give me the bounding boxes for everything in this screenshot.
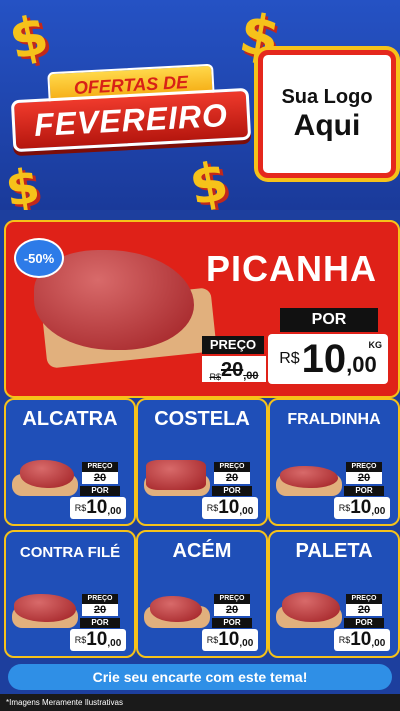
product-name: ACÉM [172,540,232,562]
old-price: 20 [82,604,118,616]
discount-badge: -50% [14,238,64,278]
preco-label: PREÇO [214,462,250,472]
product-name: CONTRA FILÉ [19,544,121,561]
product-name: ALCATRA [22,408,118,430]
por-label: POR [280,308,378,332]
old-price-value: 20 [225,604,239,616]
price-int: 10 [350,497,372,518]
old-price-int: 20 [220,359,244,381]
contra-file-image [14,594,76,622]
new-price: R$ 10,00 [70,497,126,519]
price-dec: ,00 [371,637,386,649]
header-banner: $ $ $ $ OFERTAS DE FEVEREIRO Sua Logo Aq… [0,0,400,210]
price-int: 10 [218,497,240,518]
price-currency: R$ [279,350,300,367]
dollar-icon: $ [184,149,233,210]
price-currency: R$ [338,635,351,645]
new-price: R$ 10,00 [334,497,390,519]
paleta-image [282,592,340,622]
por-label: POR [212,618,252,628]
fraldinha-image [280,466,338,488]
price-int: 10 [218,629,240,650]
alcatra-image [20,460,74,488]
logo-placeholder[interactable]: Sua Logo Aqui [258,50,396,178]
old-price: 20 [346,472,382,484]
price-dec: ,00 [107,637,122,649]
acem-image [150,596,202,622]
old-price: 20 [346,604,382,616]
price-unit: KG [368,340,383,350]
price-currency: R$ [206,635,219,645]
price-currency: R$ [74,503,87,513]
create-flyer-button[interactable]: Crie seu encarte com este tema! [8,664,392,690]
hero-new-price: R$ 10 ,00 KG [268,334,388,384]
new-price: R$ 10,00 [334,629,390,651]
new-price: R$ 10,00 [202,629,258,651]
preco-label: PREÇO [346,462,382,472]
por-label: POR [344,486,384,496]
por-label: POR [80,618,120,628]
product-name: PALETA [295,540,373,562]
preco-label: PREÇO [82,594,118,604]
dollar-icon: $ [3,2,54,73]
product-name: COSTELA [154,408,250,430]
price-dec: ,00 [107,505,122,517]
dollar-icon: $ [2,157,44,210]
price-int: 10 [86,497,108,518]
old-price-value: 20 [357,604,371,616]
old-price-value: 20 [93,472,107,484]
costela-image [146,460,206,490]
product-name: FRALDINHA [287,411,381,428]
por-label: POR [344,618,384,628]
new-price: R$ 10,00 [202,497,258,519]
logo-line-2: Aqui [293,108,361,142]
price-dec: ,00 [239,505,254,517]
price-int: 10 [301,336,347,381]
old-price-value: 20 [93,604,107,616]
preco-label: PREÇO [214,594,250,604]
new-price: R$ 10,00 [70,629,126,651]
price-dec: ,00 [239,637,254,649]
page-title: FEVEREIRO [10,87,252,153]
price-int: 10 [86,629,108,650]
price-currency: R$ [206,503,219,513]
disclaimer-footer: *Imagens Meramente Ilustrativas [0,694,400,711]
old-price-value: 20 [357,472,371,484]
old-price: 20 [214,472,250,484]
old-price-dec: ,00 [243,370,259,382]
price-currency: R$ [74,635,87,645]
old-currency: R$ [209,372,221,382]
price-dec: ,00 [346,352,377,377]
price-dec: ,00 [371,505,386,517]
preco-label: PREÇO [202,336,264,354]
price-int: 10 [350,629,372,650]
preco-label: PREÇO [346,594,382,604]
logo-line-1: Sua Logo [281,85,373,108]
hero-old-price: R$ 20 ,00 [202,356,266,382]
old-price-value: 20 [225,472,239,484]
old-price: 20 [82,472,118,484]
hero-product-name: PICANHA [206,248,378,289]
price-currency: R$ [338,503,351,513]
old-price: 20 [214,604,250,616]
por-label: POR [212,486,252,496]
preco-label: PREÇO [82,462,118,472]
por-label: POR [80,486,120,496]
